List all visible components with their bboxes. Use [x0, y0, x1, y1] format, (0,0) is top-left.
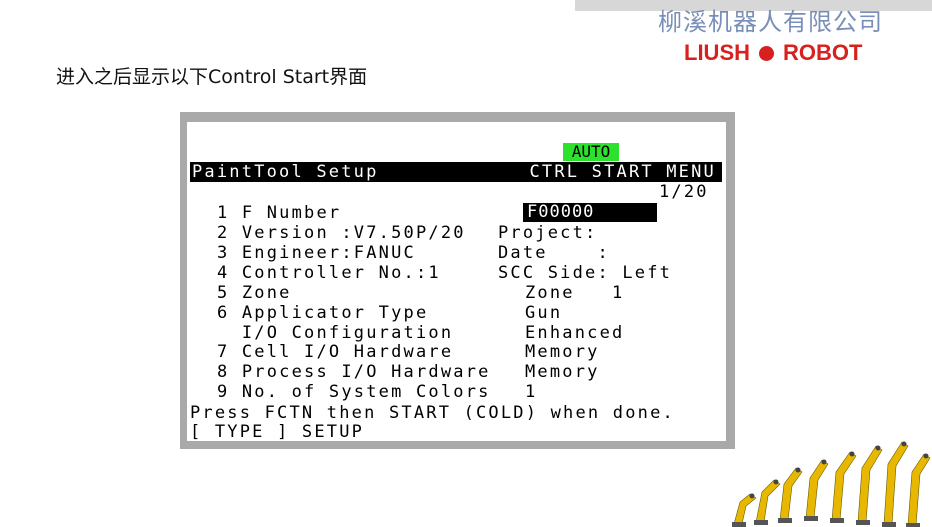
robot-arms-graphic: [732, 441, 931, 527]
company-name-en-right: ROBOT: [783, 40, 863, 65]
menu-item-1[interactable]: 1 F Number: [217, 203, 341, 223]
logo-dot-icon: [759, 45, 774, 61]
menu-title: PaintTool Setup: [192, 162, 379, 182]
title-bar: PaintTool Setup CTRL START MENU: [190, 162, 722, 182]
date-label: Date :: [498, 243, 610, 263]
company-name-en-left: LIUSH: [684, 40, 750, 65]
menu-item-2[interactable]: 2 Version :V7.50P/20: [217, 223, 466, 243]
menu-item-9[interactable]: 9 No. of System Colors: [217, 382, 491, 402]
menu-item-7[interactable]: 7 Cell I/O Hardware: [217, 342, 453, 362]
menu-item-io-config: I/O Configuration: [217, 323, 454, 343]
f-number-field[interactable]: F00000: [523, 203, 657, 222]
menu-item-3[interactable]: 3 Engineer:FANUC: [217, 243, 416, 263]
process-io-value: Memory: [525, 362, 600, 382]
applicator-type-value: Gun: [525, 303, 563, 323]
company-name-cn: 柳溪机器人有限公司: [658, 8, 883, 36]
status-auto-indicator: AUTO: [563, 143, 619, 161]
project-label: Project:: [498, 223, 598, 243]
menu-item-4[interactable]: 4 Controller No.:1: [217, 263, 441, 283]
company-logo: LIUSH ROBOT: [684, 40, 862, 66]
menu-name: CTRL START MENU: [529, 162, 716, 182]
menu-item-6[interactable]: 6 Applicator Type: [217, 303, 428, 323]
teach-pendant-frame: AUTO PaintTool Setup CTRL START MENU 1/2…: [180, 112, 735, 449]
menu-item-8[interactable]: 8 Process I/O Hardware: [217, 362, 491, 382]
cell-io-value: Memory: [525, 342, 600, 362]
io-config-value: Enhanced: [525, 323, 625, 343]
page-indicator: 1/20: [659, 182, 709, 202]
system-colors-value: 1: [525, 382, 538, 402]
function-key-bar[interactable]: [ TYPE ] SETUP: [190, 422, 364, 441]
slide-caption: 进入之后显示以下Control Start界面: [56, 66, 368, 88]
teach-pendant-screen: AUTO PaintTool Setup CTRL START MENU 1/2…: [187, 122, 726, 441]
menu-item-5[interactable]: 5 Zone: [217, 283, 292, 303]
scc-side-value: SCC Side: Left: [498, 263, 673, 283]
zone-value: Zone 1: [525, 283, 625, 303]
prompt-message: Press FCTN then START (COLD) when done.: [190, 403, 675, 423]
